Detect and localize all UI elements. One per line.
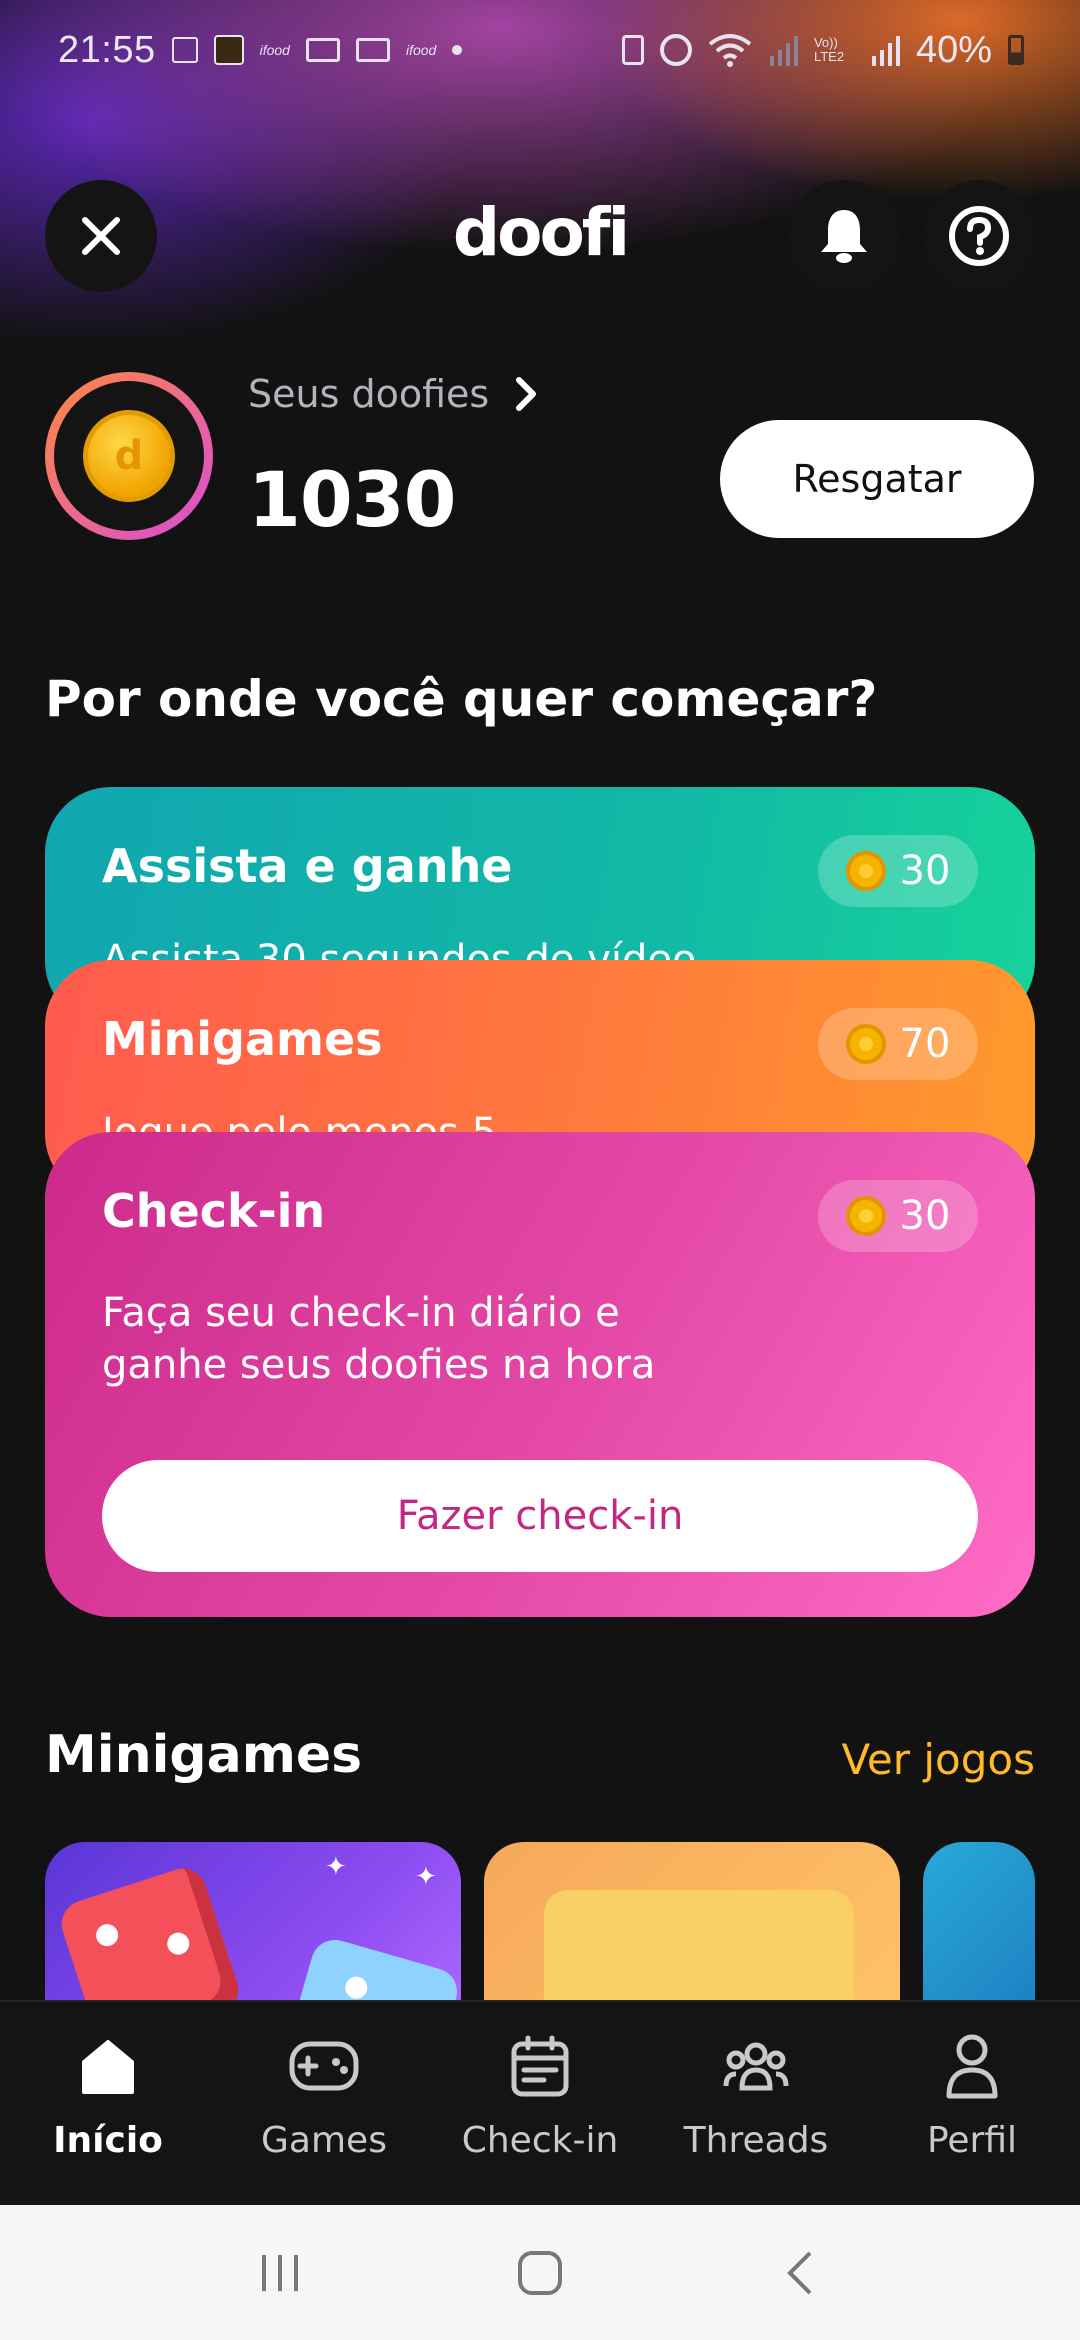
notifications-button[interactable]: [788, 180, 900, 292]
status-left: 21:55 ifood ifood: [58, 28, 463, 72]
mail-icon: [305, 38, 340, 62]
nav-item-perfil[interactable]: Perfil: [864, 2002, 1080, 2205]
reward-badge: 30: [818, 835, 978, 907]
battery-saver-icon: [621, 35, 644, 65]
section-title: Por onde você quer começar?: [45, 670, 878, 728]
coin-icon: [845, 1024, 886, 1064]
redeem-button[interactable]: Resgatar: [720, 420, 1034, 538]
card-title: Minigames: [102, 1012, 383, 1066]
status-bar: 21:55 ifood ifood Vo)) LTE2 40%: [0, 0, 1080, 100]
app-logo: doofi: [452, 194, 630, 271]
bell-icon: [821, 210, 867, 263]
reward-badge: 30: [818, 1180, 978, 1252]
status-right: Vo)) LTE2 40%: [621, 28, 1024, 72]
card-description: Faça seu check-in diário e ganhe seus do…: [102, 1290, 656, 1388]
battery-percent: 40%: [915, 28, 992, 71]
see-games-link[interactable]: Ver jogos: [841, 1735, 1035, 1784]
sparkle-icon: ✦: [415, 1862, 437, 1892]
group-icon: [720, 2030, 792, 2102]
coin-icon: d: [83, 410, 175, 502]
signal-icon: [769, 36, 798, 66]
nav-item-inicio[interactable]: Início: [0, 2002, 216, 2205]
mail-icon: [355, 38, 390, 62]
nav-item-checkin[interactable]: Check-in: [432, 2002, 648, 2205]
volte-label: Vo)) LTE2: [813, 35, 845, 64]
balance-label: Seus doofies: [248, 372, 490, 416]
chevron-right-icon: [516, 377, 537, 411]
gamepad-icon: [288, 2030, 360, 2102]
home-icon: [72, 2030, 144, 2102]
recents-button[interactable]: [235, 2228, 325, 2318]
do-checkin-button[interactable]: Fazer check-in: [102, 1460, 978, 1572]
recents-icon: [262, 2254, 298, 2291]
minigames-section-title: Minigames: [45, 1725, 363, 1785]
balance-label-link[interactable]: Seus doofies: [248, 372, 537, 416]
back-icon: [787, 2251, 812, 2294]
status-time: 21:55: [58, 28, 156, 71]
system-nav-bar: [0, 2205, 1080, 2340]
back-button[interactable]: [755, 2228, 845, 2318]
help-button[interactable]: [923, 180, 1035, 292]
ifood-label-2: ifood: [405, 42, 437, 58]
home-button[interactable]: [495, 2228, 585, 2318]
notification-app-icon: [171, 37, 198, 63]
alarm-icon: [659, 34, 692, 66]
nav-label: Início: [53, 2120, 163, 2161]
user-icon: [936, 2030, 1008, 2102]
home-circle-icon: [518, 2250, 562, 2295]
dot-icon: [452, 45, 463, 55]
nav-label: Check-in: [461, 2120, 619, 2161]
reward-badge: 70: [818, 1008, 978, 1080]
calendar-icon: [504, 2030, 576, 2102]
doofies-avatar: d: [45, 372, 213, 540]
help-icon: [949, 206, 1009, 266]
signal-icon: [871, 36, 900, 66]
card-title: Assista e ganhe: [102, 839, 513, 893]
card-title: Check-in: [102, 1184, 326, 1238]
bottom-nav: Início Games Check-in Threads Perfil: [0, 2000, 1080, 2205]
nav-label: Threads: [683, 2120, 829, 2161]
reward-value: 70: [899, 1021, 951, 1067]
top-bar: doofi: [0, 180, 1080, 292]
sparkle-icon: ✦: [325, 1852, 347, 1882]
coin-icon: [845, 1196, 886, 1236]
coin-icon: [845, 851, 886, 891]
balance-value: 1030: [248, 455, 457, 544]
reward-value: 30: [899, 1193, 951, 1239]
wifi-icon: [708, 34, 752, 67]
ifood-icon: [213, 35, 244, 65]
nav-label: Perfil: [926, 2120, 1018, 2161]
checkin-card: Check-in 30 Faça seu check-in diário e g…: [45, 1132, 1035, 1617]
nav-item-threads[interactable]: Threads: [648, 2002, 864, 2205]
nav-item-games[interactable]: Games: [216, 2002, 432, 2205]
reward-value: 30: [899, 848, 951, 894]
ifood-label: ifood: [259, 42, 290, 58]
battery-icon: [1008, 35, 1024, 65]
nav-label: Games: [261, 2120, 387, 2161]
